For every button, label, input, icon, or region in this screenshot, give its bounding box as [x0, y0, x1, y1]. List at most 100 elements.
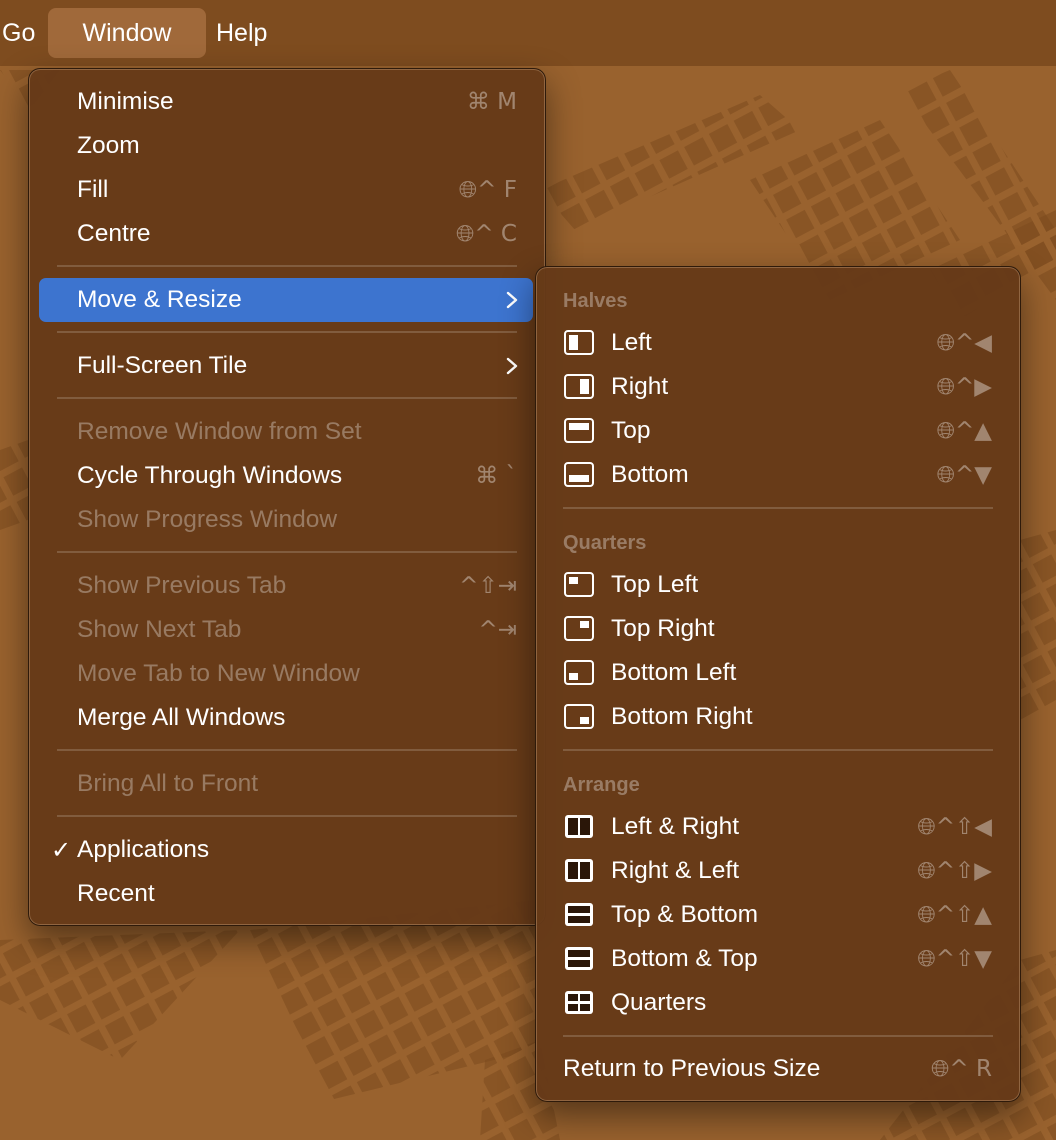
menu-item-label: Left [611, 329, 652, 356]
arrange-right-left-icon [565, 859, 593, 882]
menu-item-label: Bottom & Top [611, 945, 758, 972]
menu-item-label: Top Right [611, 615, 715, 642]
menu-item-label: Return to Previous Size [563, 1055, 821, 1082]
tile-bottom-half-icon [564, 462, 594, 487]
menu-item-cycle-windows[interactable]: Cycle Through Windows ⌘ ` [39, 454, 533, 498]
submenu-item-right-left[interactable]: Right & Left 🌐︎^⇧▶ [546, 849, 1010, 893]
menu-item-label: Move Tab to New Window [77, 660, 360, 687]
menu-item-zoom[interactable]: Zoom [39, 124, 533, 168]
window-menu: Minimise ⌘ M Zoom Fill 🌐︎^ F Centre 🌐︎^ … [28, 68, 546, 926]
arrange-left-right-icon [565, 815, 593, 838]
shortcut-label: ^⇧⇥ [459, 573, 517, 599]
submenu-item-bottom-right[interactable]: Bottom Right [546, 695, 1010, 739]
menu-item-label: Show Next Tab [77, 616, 242, 643]
submenu-item-left[interactable]: Left 🌐︎^◀ [546, 321, 1010, 365]
arrange-bottom-top-icon [565, 947, 593, 970]
chevron-right-icon [506, 357, 518, 375]
menu-item-label: Left & Right [611, 813, 740, 840]
arrange-top-bottom-icon [565, 903, 593, 926]
menu-item-label: Recent [77, 880, 155, 907]
submenu-item-bottom-top[interactable]: Bottom & Top 🌐︎^⇧▼ [546, 937, 1010, 981]
menu-item-recent[interactable]: Recent [39, 872, 533, 916]
menu-separator [57, 397, 517, 399]
shortcut-label: 🌐︎^⇧▶ [917, 858, 992, 884]
submenu-item-return-previous-size[interactable]: Return to Previous Size 🌐︎^ R [546, 1047, 1010, 1091]
menu-item-label: Right [611, 373, 669, 400]
submenu-item-right[interactable]: Right 🌐︎^▶ [546, 365, 1010, 409]
tile-top-half-icon [564, 418, 594, 443]
submenu-item-top-left[interactable]: Top Left [546, 563, 1010, 607]
menu-item-centre[interactable]: Centre 🌐︎^ C [39, 212, 533, 256]
menu-item-remove-window[interactable]: Remove Window from Set [39, 410, 533, 454]
menu-item-applications[interactable]: ✓ Applications [39, 828, 533, 872]
submenu-item-top-right[interactable]: Top Right [546, 607, 1010, 651]
submenu-item-left-right[interactable]: Left & Right 🌐︎^⇧◀ [546, 805, 1010, 849]
menu-item-move-resize[interactable]: Move & Resize [39, 278, 533, 322]
shortcut-label: 🌐︎^▶ [936, 374, 992, 400]
menu-separator [57, 551, 517, 553]
menu-bar: Go Window Help [0, 0, 1056, 66]
menu-item-label: Show Previous Tab [77, 572, 287, 599]
shortcut-label: 🌐︎^ C [455, 221, 517, 247]
menu-item-label: Remove Window from Set [77, 418, 362, 445]
menu-item-move-tab[interactable]: Move Tab to New Window [39, 652, 533, 696]
menu-separator [57, 265, 517, 267]
shortcut-label: 🌐︎^◀ [936, 330, 992, 356]
submenu-item-quarters[interactable]: Quarters [546, 981, 1010, 1025]
menu-item-label: Merge All Windows [77, 704, 286, 731]
shortcut-label: ⌘ M [466, 89, 517, 115]
menu-separator [563, 507, 993, 509]
move-resize-submenu: Halves Left 🌐︎^◀ Right 🌐︎^▶ Top 🌐︎^▲ Bot… [535, 266, 1021, 1102]
shortcut-label: 🌐︎^⇧◀ [917, 814, 992, 840]
menubar-window[interactable]: Window [48, 8, 206, 58]
menu-item-bring-front[interactable]: Bring All to Front [39, 762, 533, 806]
menubar-go[interactable]: Go [2, 8, 35, 58]
menu-separator [563, 1035, 993, 1037]
tile-bottom-right-icon [564, 704, 594, 729]
shortcut-label: 🌐︎^⇧▼ [917, 946, 992, 972]
menu-item-label: Bottom Right [611, 703, 753, 730]
arrange-quarters-icon [565, 991, 593, 1014]
menu-item-label: Full-Screen Tile [77, 352, 248, 379]
menu-item-label: Centre [77, 220, 151, 247]
shortcut-label: ^⇥ [478, 617, 517, 643]
menu-item-full-screen-tile[interactable]: Full-Screen Tile [39, 344, 533, 388]
menu-item-label: Zoom [77, 132, 140, 159]
menu-item-label: Top [611, 417, 651, 444]
submenu-item-top-bottom[interactable]: Top & Bottom 🌐︎^⇧▲ [546, 893, 1010, 937]
menu-item-fill[interactable]: Fill 🌐︎^ F [39, 168, 533, 212]
tile-top-left-icon [564, 572, 594, 597]
submenu-item-bottom[interactable]: Bottom 🌐︎^▼ [546, 453, 1010, 497]
menu-item-label: Cycle Through Windows [77, 462, 343, 489]
menu-item-prev-tab[interactable]: Show Previous Tab ^⇧⇥ [39, 564, 533, 608]
submenu-item-bottom-left[interactable]: Bottom Left [546, 651, 1010, 695]
chevron-right-icon [506, 291, 518, 309]
menu-separator [563, 749, 993, 751]
tile-bottom-left-icon [564, 660, 594, 685]
menu-separator [57, 749, 517, 751]
menu-separator [57, 815, 517, 817]
menubar-help[interactable]: Help [216, 8, 267, 58]
section-header-halves: Halves [563, 290, 628, 312]
checkmark-icon: ✓ [51, 836, 72, 864]
shortcut-label: 🌐︎^ R [931, 1056, 992, 1082]
section-header-quarters: Quarters [563, 532, 647, 554]
menu-item-label: Fill [77, 176, 109, 203]
submenu-item-top[interactable]: Top 🌐︎^▲ [546, 409, 1010, 453]
menu-separator [57, 331, 517, 333]
menu-item-label: Top Left [611, 571, 699, 598]
shortcut-label: 🌐︎^ F [458, 177, 517, 203]
menu-item-label: Right & Left [611, 857, 740, 884]
menu-item-label: Bottom [611, 461, 689, 488]
menu-item-merge-windows[interactable]: Merge All Windows [39, 696, 533, 740]
menu-item-next-tab[interactable]: Show Next Tab ^⇥ [39, 608, 533, 652]
menu-item-show-progress[interactable]: Show Progress Window [39, 498, 533, 542]
section-header-arrange: Arrange [563, 774, 640, 796]
tile-top-right-icon [564, 616, 594, 641]
menu-item-label: Minimise [77, 88, 174, 115]
shortcut-label: 🌐︎^⇧▲ [917, 902, 992, 928]
tile-right-half-icon [564, 374, 594, 399]
menu-item-label: Bring All to Front [77, 770, 259, 797]
shortcut-label: ⌘ ` [475, 463, 517, 489]
menu-item-minimise[interactable]: Minimise ⌘ M [39, 80, 533, 124]
